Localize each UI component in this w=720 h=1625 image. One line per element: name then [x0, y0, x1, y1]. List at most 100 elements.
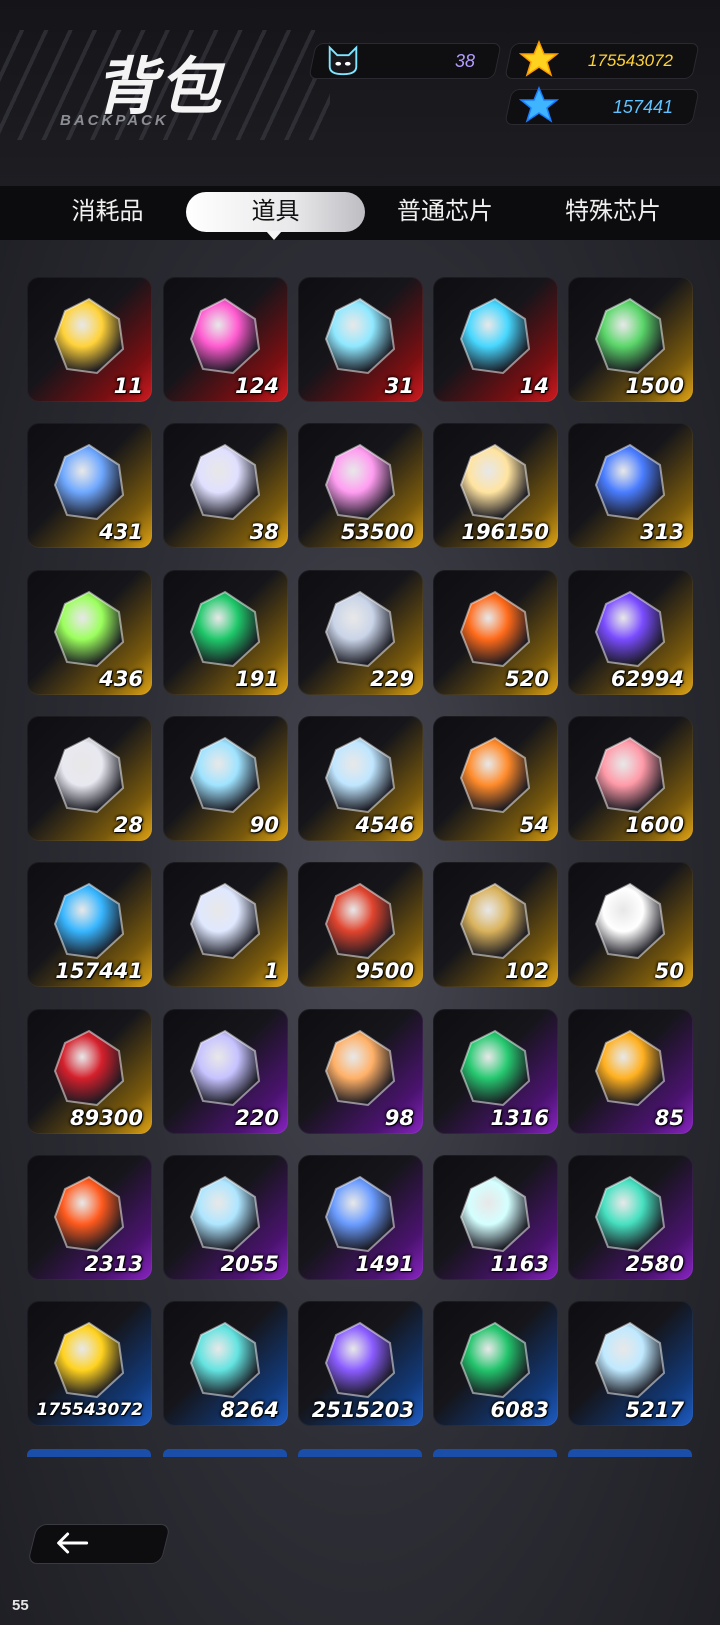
- inventory-item[interactable]: 2313: [27, 1155, 152, 1280]
- next-row-peek: [27, 1449, 151, 1457]
- inventory-item[interactable]: 31: [298, 277, 423, 402]
- item-count: 196150: [461, 520, 549, 544]
- inventory-item[interactable]: 102: [433, 862, 558, 987]
- blue-star-icon: [519, 85, 559, 125]
- item-count: 102: [505, 959, 549, 983]
- item-count: 11: [113, 374, 143, 398]
- item-count: 6083: [490, 1398, 549, 1422]
- item-count: 157441: [55, 959, 143, 983]
- inventory-item[interactable]: 1163: [433, 1155, 558, 1280]
- inventory-item[interactable]: 191: [163, 570, 288, 695]
- item-count: 8264: [220, 1398, 279, 1422]
- gold-star-icon: [519, 39, 559, 79]
- back-button[interactable]: [27, 1524, 171, 1564]
- inventory-item[interactable]: 431: [27, 423, 152, 548]
- inventory-item[interactable]: 14: [433, 277, 558, 402]
- item-count: 53500: [340, 520, 414, 544]
- item-count: 62994: [610, 667, 684, 691]
- inventory-item[interactable]: 124: [163, 277, 288, 402]
- inventory-item[interactable]: 85: [568, 1009, 693, 1134]
- inventory-item[interactable]: 9500: [298, 862, 423, 987]
- fps-counter: 55: [12, 1597, 29, 1614]
- item-count: 5217: [625, 1398, 684, 1422]
- item-count: 1: [264, 959, 279, 983]
- item-count: 31: [384, 374, 414, 398]
- inventory-item[interactable]: 1500: [568, 277, 693, 402]
- currency-cat-value: 38: [454, 50, 475, 71]
- next-row-peek: [433, 1449, 557, 1457]
- item-count: 89300: [69, 1106, 143, 1130]
- inventory-item[interactable]: 157441: [27, 862, 152, 987]
- inventory-item[interactable]: 5217: [568, 1301, 693, 1426]
- tab-props[interactable]: 道具: [186, 192, 365, 232]
- item-count: 38: [249, 520, 279, 544]
- item-count: 436: [99, 667, 143, 691]
- item-count: 1600: [625, 813, 684, 837]
- page-subtitle: BACKPACK: [60, 112, 169, 129]
- item-count: 124: [235, 374, 279, 398]
- item-count: 28: [113, 813, 143, 837]
- inventory-item[interactable]: 436: [27, 570, 152, 695]
- tab-bar: 消耗品 道具 普通芯片 特殊芯片: [0, 186, 720, 240]
- item-count: 54: [519, 813, 549, 837]
- inventory-item[interactable]: 313: [568, 423, 693, 548]
- cat-face-icon: [323, 39, 363, 79]
- inventory-item[interactable]: 98: [298, 1009, 423, 1134]
- currency-gold-value: 175543072: [587, 51, 673, 70]
- item-count: 50: [654, 959, 684, 983]
- inventory-item[interactable]: 62994: [568, 570, 693, 695]
- arrow-left-icon: [55, 1531, 89, 1560]
- inventory-item[interactable]: 4546: [298, 716, 423, 841]
- inventory-item[interactable]: 11: [27, 277, 152, 402]
- inventory-item[interactable]: 6083: [433, 1301, 558, 1426]
- item-count: 229: [370, 667, 414, 691]
- inventory-item[interactable]: 2580: [568, 1155, 693, 1280]
- inventory-item[interactable]: 28: [27, 716, 152, 841]
- item-count: 2313: [84, 1252, 143, 1276]
- item-count: 520: [505, 667, 549, 691]
- inventory-item[interactable]: 8264: [163, 1301, 288, 1426]
- inventory-item[interactable]: 2055: [163, 1155, 288, 1280]
- inventory-item[interactable]: 1: [163, 862, 288, 987]
- item-count: 2055: [220, 1252, 279, 1276]
- tab-normal-chips[interactable]: 普通芯片: [375, 192, 515, 232]
- item-count: 2580: [625, 1252, 684, 1276]
- item-count: 98: [384, 1106, 414, 1130]
- item-count: 1500: [625, 374, 684, 398]
- inventory-item[interactable]: 229: [298, 570, 423, 695]
- item-count: 14: [519, 374, 549, 398]
- inventory-item[interactable]: 1491: [298, 1155, 423, 1280]
- next-row-peek: [298, 1449, 422, 1457]
- inventory-item[interactable]: 2515203: [298, 1301, 423, 1426]
- inventory-item[interactable]: 53500: [298, 423, 423, 548]
- currency-gold: 175543072: [504, 40, 700, 79]
- item-count: 85: [654, 1106, 684, 1130]
- inventory-item[interactable]: 220: [163, 1009, 288, 1134]
- inventory-item[interactable]: 520: [433, 570, 558, 695]
- item-count: 191: [235, 667, 279, 691]
- item-count: 90: [249, 813, 279, 837]
- tab-consumables[interactable]: 消耗品: [40, 192, 175, 232]
- tab-special-chips[interactable]: 特殊芯片: [543, 192, 683, 232]
- inventory-item[interactable]: 38: [163, 423, 288, 548]
- next-row-peek: [163, 1449, 287, 1457]
- inventory-item[interactable]: 1600: [568, 716, 693, 841]
- inventory-item[interactable]: 50: [568, 862, 693, 987]
- header: 背包 BACKPACK 38 175543072 157441: [0, 0, 720, 186]
- inventory-item[interactable]: 54: [433, 716, 558, 841]
- next-row-peek: [568, 1449, 692, 1457]
- inventory-item[interactable]: 90: [163, 716, 288, 841]
- item-count: 313: [640, 520, 684, 544]
- currency-cat: 38: [308, 43, 502, 79]
- item-count: 431: [99, 520, 143, 544]
- item-count: 175543072: [36, 1400, 143, 1420]
- item-count: 2515203: [311, 1398, 414, 1422]
- currency-blue: 157441: [504, 86, 700, 125]
- inventory-item[interactable]: 196150: [433, 423, 558, 548]
- inventory-item[interactable]: 89300: [27, 1009, 152, 1134]
- item-count: 4546: [355, 813, 414, 837]
- inventory-item[interactable]: 175543072: [27, 1301, 152, 1426]
- item-count: 220: [235, 1106, 279, 1130]
- inventory-item[interactable]: 1316: [433, 1009, 558, 1134]
- item-count: 1491: [355, 1252, 414, 1276]
